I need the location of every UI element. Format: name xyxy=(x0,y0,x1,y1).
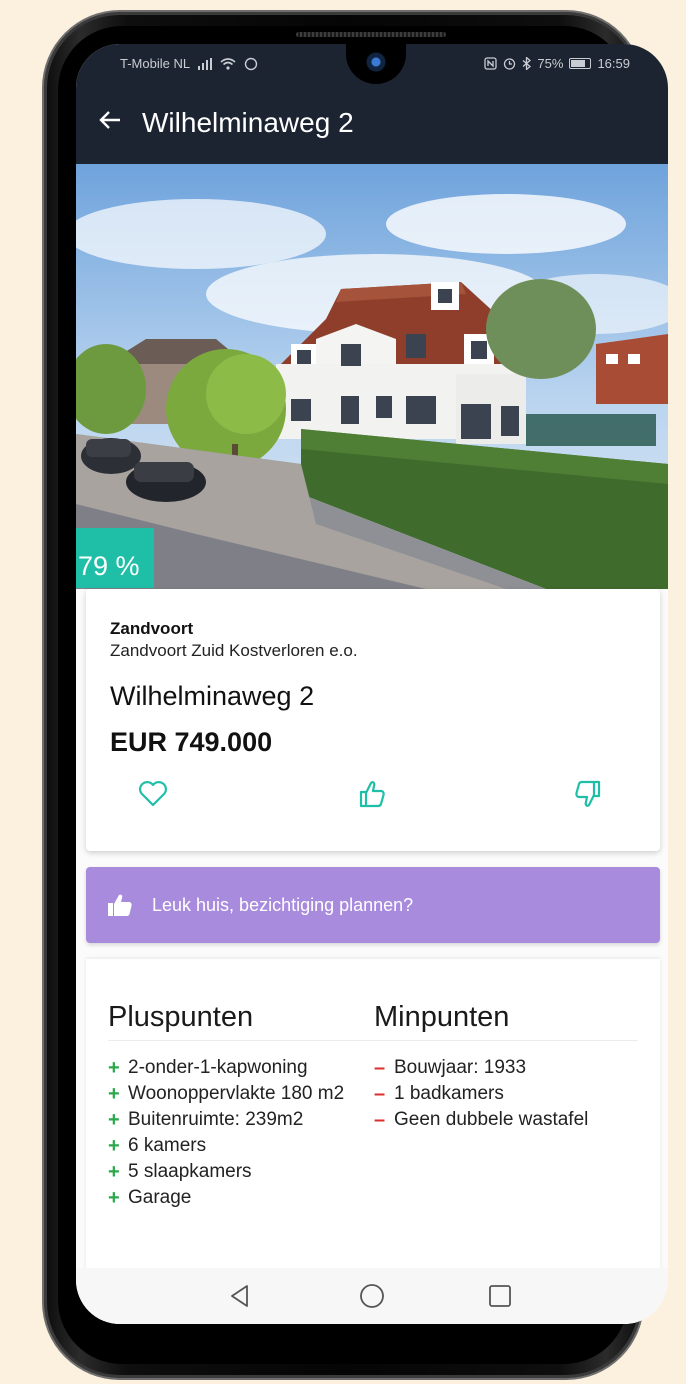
price-label: EUR 749.000 xyxy=(110,727,273,757)
earpiece-speaker xyxy=(296,32,446,37)
bluetooth-icon xyxy=(522,57,532,70)
street-address: Wilhelminaweg 2 xyxy=(110,681,315,711)
status-bar: T-Mobile NL 75% 16:59 xyxy=(76,44,668,86)
cons-list: – Bouwjaar: 1933 –1 badkamers – Geen dubbe… xyxy=(374,1055,654,1133)
app-bar: Wilhelminaweg 2 xyxy=(76,86,668,164)
pros-title: Pluspunten xyxy=(108,1001,254,1033)
plus-icon: + xyxy=(108,1109,120,1131)
plus-icon: + xyxy=(108,1083,120,1105)
heart-icon[interactable] xyxy=(138,779,170,811)
page-title: Wilhelminaweg 2 xyxy=(142,107,354,138)
con-text: Geen dubbele wastafel xyxy=(394,1109,589,1130)
match-score: 79 % xyxy=(78,551,140,581)
plus-icon: + xyxy=(108,1057,120,1079)
back-triangle-icon[interactable] xyxy=(226,1282,254,1310)
thumbs-up-icon[interactable] xyxy=(358,779,390,811)
house-photo[interactable] xyxy=(76,164,668,589)
arrow-left-icon[interactable] xyxy=(98,108,122,137)
front-camera xyxy=(364,50,388,74)
alarm-icon xyxy=(504,58,516,70)
battery-percent: 75% xyxy=(537,56,564,71)
signal-icon xyxy=(198,57,213,70)
system-nav-bar xyxy=(76,1268,668,1324)
phone-screen: T-Mobile NL 75% 16:59 Wilhelminaweg 2 79… xyxy=(76,44,668,1324)
list-item: + Garage xyxy=(108,1185,366,1211)
district-label: Zandvoort Zuid Kostverloren e.o. xyxy=(110,641,358,660)
pros-list: +2-onder-1-kapwoning + Woonoppervlakte 18… xyxy=(108,1055,366,1211)
city-label: Zandvoort xyxy=(110,619,194,638)
plus-icon: + xyxy=(108,1187,120,1209)
minus-icon: – xyxy=(374,1057,386,1079)
pro-text: 5 slaapkamers xyxy=(128,1161,252,1182)
list-item: –1 badkamers xyxy=(374,1081,654,1107)
status-right: 75% 16:59 xyxy=(484,56,630,71)
listing-card: Zandvoort Zandvoort Zuid Kostverloren e.… xyxy=(86,589,660,851)
wifi-icon xyxy=(220,57,236,70)
list-item: +2-onder-1-kapwoning xyxy=(108,1055,366,1081)
plus-icon: + xyxy=(108,1161,120,1183)
minus-icon: – xyxy=(374,1109,386,1131)
thumbs-down-icon[interactable] xyxy=(574,779,606,811)
thumbs-up-filled-icon xyxy=(108,894,132,921)
battery-icon xyxy=(569,58,592,69)
carrier-label: T-Mobile NL xyxy=(120,56,191,71)
pro-text: 2-onder-1-kapwoning xyxy=(128,1057,308,1078)
match-score-badge: 79 % xyxy=(76,528,154,588)
list-item: + Buitenruimte: 239m2 xyxy=(108,1107,366,1133)
list-item: +5 slaapkamers xyxy=(108,1159,366,1185)
status-left: T-Mobile NL xyxy=(120,56,258,71)
pro-text: Garage xyxy=(128,1187,192,1208)
pro-text: Woonoppervlakte 180 m2 xyxy=(128,1083,345,1104)
recents-square-icon[interactable] xyxy=(486,1282,514,1310)
plan-viewing-text: Leuk huis, bezichtiging plannen? xyxy=(152,895,414,915)
list-item: +6 kamers xyxy=(108,1133,366,1159)
list-item: + Woonoppervlakte 180 m2 xyxy=(108,1081,366,1107)
divider xyxy=(108,1040,638,1041)
list-item: – Geen dubbele wastafel xyxy=(374,1107,654,1133)
plan-viewing-banner[interactable]: Leuk huis, bezichtiging plannen? xyxy=(86,867,660,943)
clock: 16:59 xyxy=(597,56,630,71)
con-text: Bouwjaar: 1933 xyxy=(394,1057,527,1078)
rating-actions xyxy=(86,779,660,813)
whatsapp-icon xyxy=(244,57,258,70)
minus-icon: – xyxy=(374,1083,386,1105)
pro-text: 6 kamers xyxy=(128,1135,207,1156)
nfc-icon xyxy=(484,57,498,70)
list-item: – Bouwjaar: 1933 xyxy=(374,1055,654,1081)
camera-notch xyxy=(346,44,406,84)
home-circle-icon[interactable] xyxy=(358,1282,386,1310)
plus-icon: + xyxy=(108,1135,120,1157)
cons-title: Minpunten xyxy=(374,1001,510,1033)
con-text: 1 badkamers xyxy=(394,1083,504,1104)
pro-text: Buitenruimte: 239m2 xyxy=(128,1109,304,1130)
